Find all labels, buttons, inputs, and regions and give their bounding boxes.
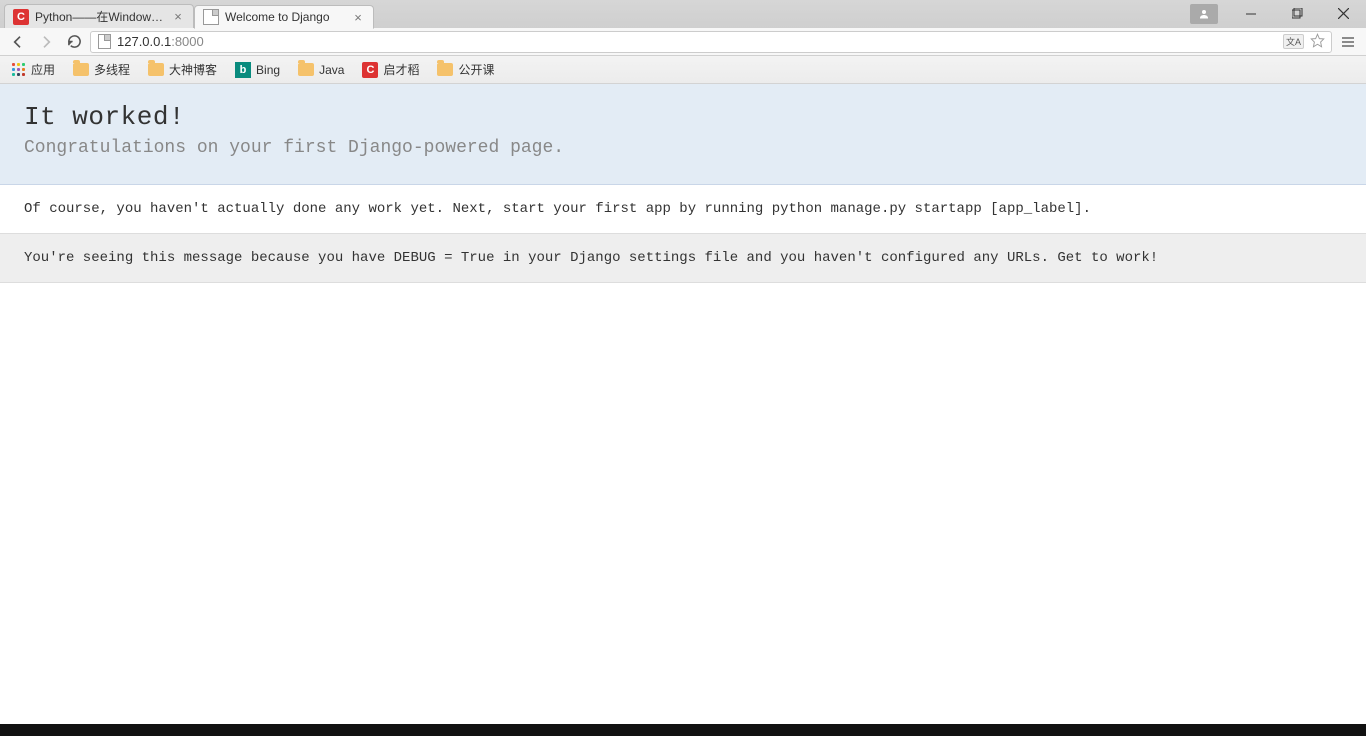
- folder-icon: [298, 63, 314, 76]
- bookmark-item-1[interactable]: 大神博客: [144, 59, 221, 80]
- page-subheading: Congratulations on your first Django-pow…: [24, 138, 1342, 158]
- forward-button[interactable]: [34, 30, 58, 54]
- folder-icon: [437, 63, 453, 76]
- bookmarks-bar: 应用 多线程 大神博客 b Bing Java C 启才稻 公开课: [0, 56, 1366, 84]
- translate-icon[interactable]: 文A: [1283, 34, 1304, 49]
- tab-title: Python——在Windows下: [35, 8, 165, 25]
- c-logo-icon: C: [362, 62, 378, 78]
- bookmark-item-0[interactable]: 多线程: [69, 59, 134, 80]
- url-port: :8000: [171, 34, 204, 49]
- maximize-button[interactable]: [1274, 0, 1320, 27]
- bookmark-label: Java: [319, 63, 344, 77]
- close-icon[interactable]: ×: [351, 10, 365, 24]
- page-content: It worked! Congratulations on your first…: [0, 84, 1366, 283]
- folder-icon: [148, 63, 164, 76]
- explanation-text: You're seeing this message because you h…: [24, 250, 1342, 266]
- instructions-text: Of course, you haven't actually done any…: [24, 201, 1342, 217]
- address-bar[interactable]: 127.0.0.1:8000 文A: [90, 31, 1332, 53]
- apps-label: 应用: [31, 61, 55, 78]
- bookmark-label: 多线程: [94, 61, 130, 78]
- explanation-section: You're seeing this message because you h…: [0, 234, 1366, 283]
- bookmark-item-5[interactable]: 公开课: [433, 59, 498, 80]
- browser-tab-1[interactable]: Welcome to Django ×: [194, 5, 374, 29]
- browser-toolbar: 127.0.0.1:8000 文A: [0, 28, 1366, 56]
- tab-favicon-page-icon: [203, 9, 219, 25]
- taskbar: [0, 724, 1366, 736]
- bookmark-item-2[interactable]: b Bing: [231, 60, 284, 80]
- page-heading: It worked!: [24, 102, 1342, 132]
- bookmark-item-3[interactable]: Java: [294, 61, 348, 79]
- bing-icon: b: [235, 62, 251, 78]
- close-icon[interactable]: ×: [171, 10, 185, 24]
- tab-favicon-c-icon: C: [13, 9, 29, 25]
- reload-button[interactable]: [62, 30, 86, 54]
- minimize-button[interactable]: [1228, 0, 1274, 27]
- page-info-icon[interactable]: [97, 35, 111, 49]
- url-host: 127.0.0.1: [117, 34, 171, 49]
- bookmark-item-4[interactable]: C 启才稻: [358, 59, 423, 80]
- tab-title: Welcome to Django: [225, 10, 345, 24]
- bookmark-label: 大神博客: [169, 61, 217, 78]
- instructions-section: Of course, you haven't actually done any…: [0, 185, 1366, 234]
- close-window-button[interactable]: [1320, 0, 1366, 27]
- bookmark-label: Bing: [256, 63, 280, 77]
- apps-grid-icon: [12, 63, 26, 77]
- window-controls: [1190, 0, 1366, 27]
- summary-section: It worked! Congratulations on your first…: [0, 84, 1366, 185]
- url-text: 127.0.0.1:8000: [117, 34, 1277, 49]
- apps-shortcut[interactable]: 应用: [8, 59, 59, 80]
- chrome-menu-button[interactable]: [1336, 30, 1360, 54]
- bookmark-label: 公开课: [458, 61, 494, 78]
- back-button[interactable]: [6, 30, 30, 54]
- bookmark-label: 启才稻: [383, 61, 419, 78]
- user-account-icon[interactable]: [1190, 4, 1218, 24]
- folder-icon: [73, 63, 89, 76]
- browser-tab-strip: C Python——在Windows下 × Welcome to Django …: [0, 0, 1366, 28]
- browser-tab-0[interactable]: C Python——在Windows下 ×: [4, 4, 194, 28]
- bookmark-star-icon[interactable]: [1310, 33, 1325, 51]
